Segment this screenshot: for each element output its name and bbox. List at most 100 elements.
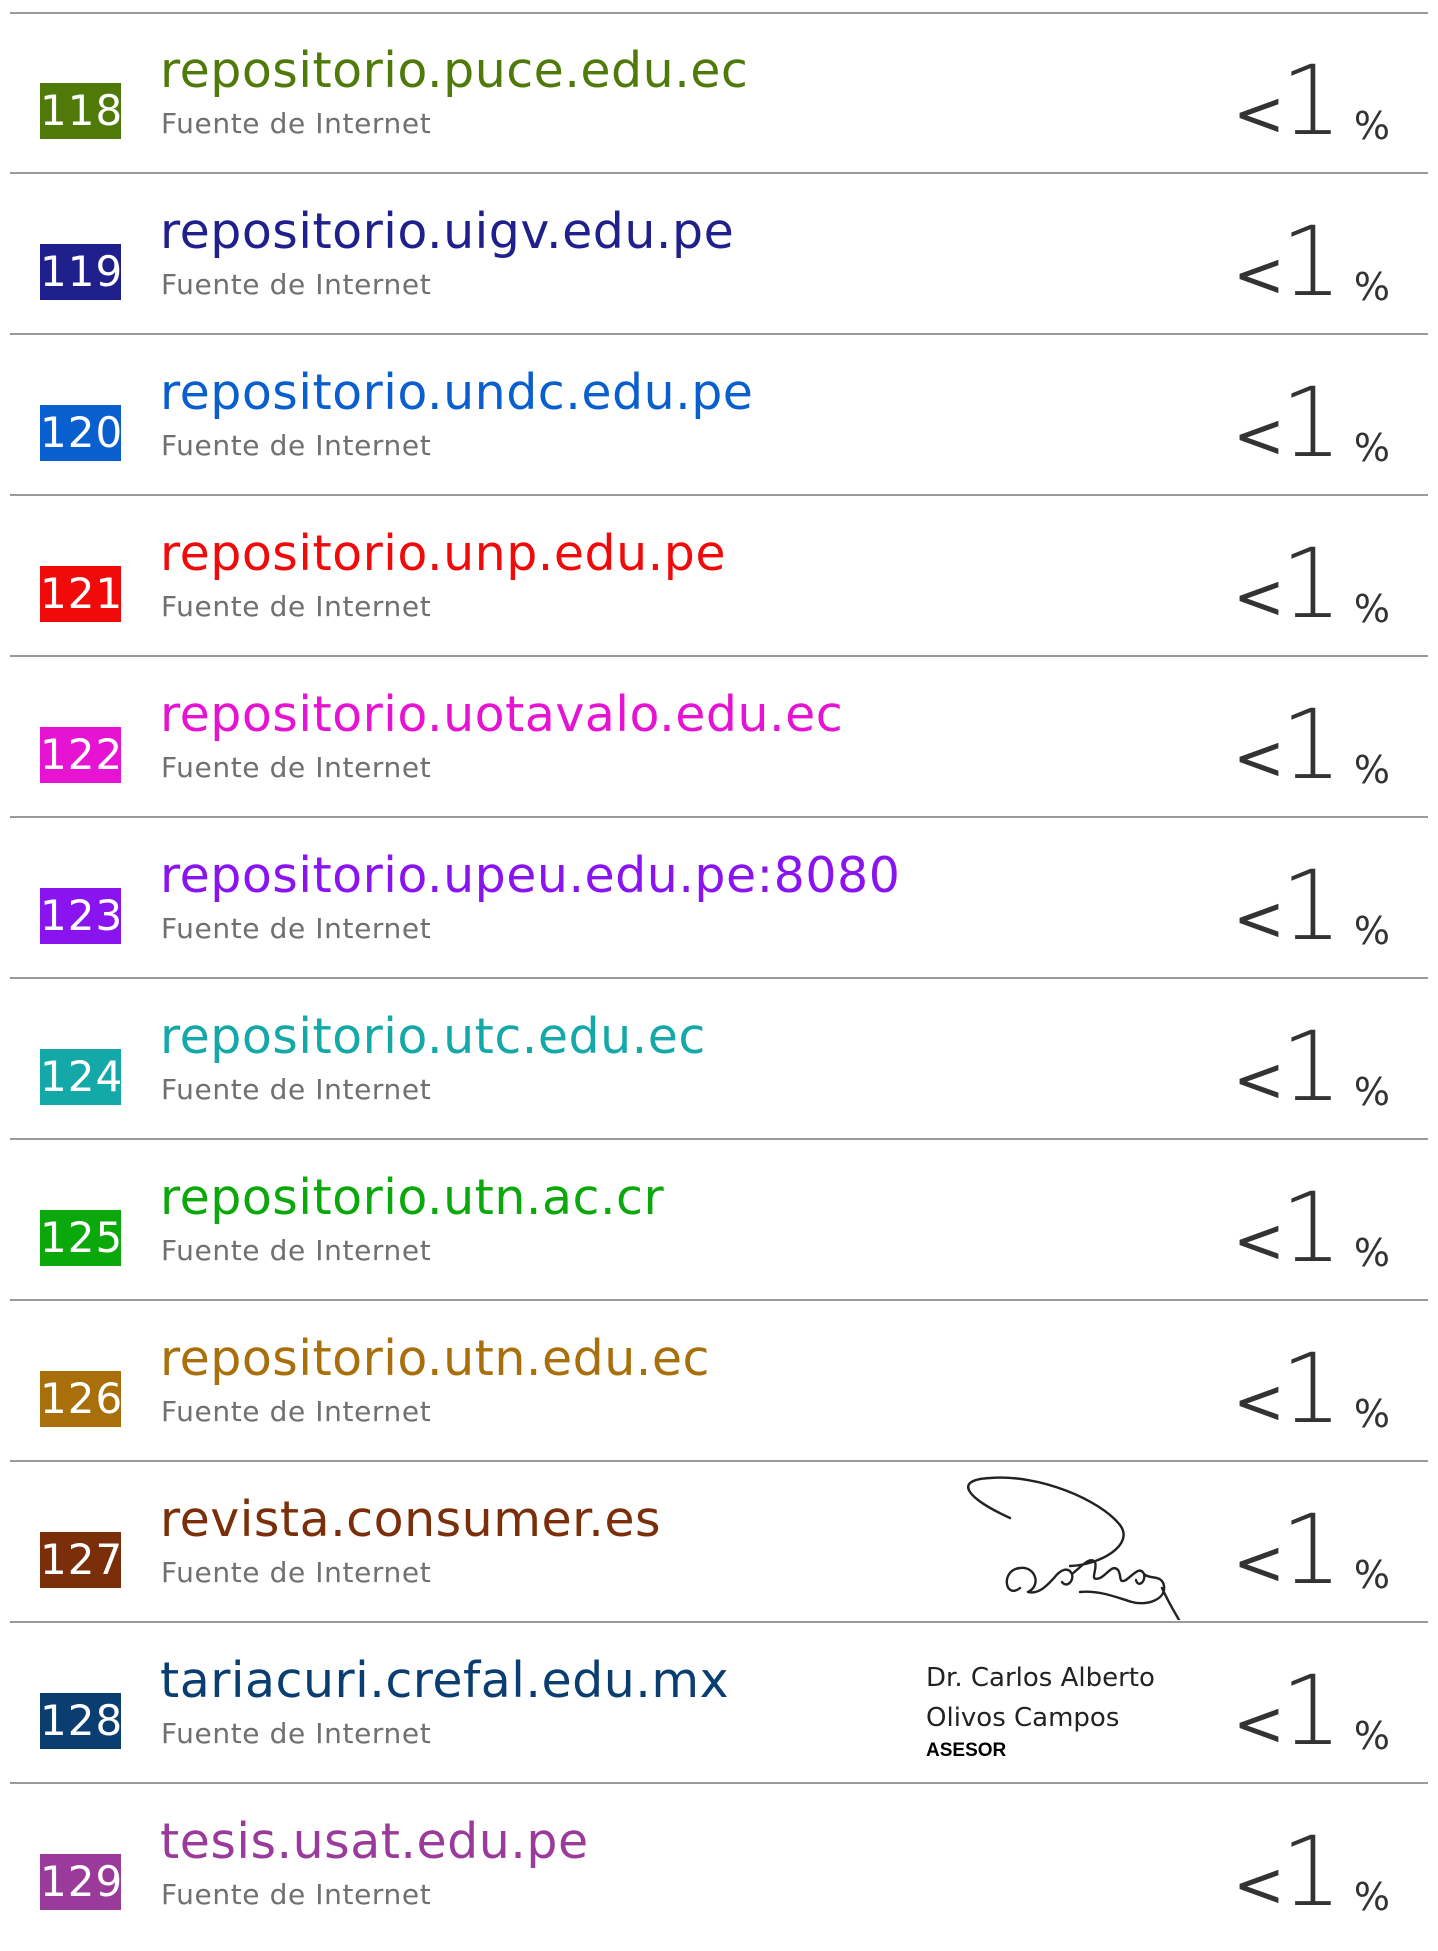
source-type-label: Fuente de Internet [161,429,432,462]
percent-number: 1 [1280,1011,1342,1123]
source-number-badge: 122 [40,727,122,783]
percent-number: 1 [1280,206,1342,318]
source-type-label: Fuente de Internet [161,107,432,140]
source-row: 122 repositorio.uotavalo.edu.ec Fuente de … [0,657,1438,818]
percent-number: 1 [1280,45,1342,157]
source-number-badge: 127 [40,1532,122,1588]
similarity-percent-value: <1% [1190,1321,1390,1441]
similarity-percent: <1% [1233,1623,1438,1784]
percent-sign: % [1353,426,1390,470]
source-row: 123 repositorio.upeu.edu.pe:8080 Fuente de… [0,818,1438,979]
similarity-percent: <1% [1233,979,1438,1140]
similarity-percent: <1% [1233,818,1438,979]
similarity-percent-value: <1% [1190,33,1390,153]
source-title: repositorio.puce.edu.ec [160,42,749,99]
source-row: 125 repositorio.utn.ac.cr Fuente de Intern… [0,1140,1438,1301]
percent-sign: % [1353,1392,1390,1436]
signature-icon [967,1476,1181,1620]
source-number-badge: 121 [40,566,122,622]
percent-sign: % [1353,1875,1390,1919]
source-type-label: Fuente de Internet [161,1234,432,1267]
percent-sign: % [1353,587,1390,631]
less-than-sign: < [1233,721,1285,794]
source-title: repositorio.unp.edu.pe [160,525,727,582]
similarity-percent: <1% [1233,1140,1438,1301]
source-title: repositorio.uotavalo.edu.ec [160,686,844,743]
less-than-sign: < [1233,1204,1285,1277]
percent-sign: % [1353,909,1390,953]
source-number-badge: 119 [40,244,122,300]
source-row: 118 repositorio.puce.edu.ec Fuente de Inte… [0,13,1438,174]
advisor-block: Dr. Carlos Alberto Olivos Campos ASESOR [926,1658,1226,1764]
percent-number: 1 [1280,1816,1342,1928]
less-than-sign: < [1233,77,1285,150]
source-row: 129 tesis.usat.edu.pe Fuente de Internet <1… [0,1784,1438,1945]
similarity-percent-value: <1% [1190,355,1390,475]
source-title: repositorio.utn.edu.ec [160,1330,710,1387]
similarity-percent-value: <1% [1190,194,1390,314]
similarity-percent: <1% [1233,1462,1438,1623]
source-number-badge: 120 [40,405,122,461]
percent-number: 1 [1280,1494,1342,1606]
source-title: repositorio.uigv.edu.pe [160,203,735,260]
source-row: 124 repositorio.utc.edu.ec Fuente de Inter… [0,979,1438,1140]
source-number-badge: 125 [40,1210,122,1266]
advisor-name-line-1: Dr. Carlos Alberto [926,1663,1155,1693]
source-row: 127 revista.consumer.es Fuente de Internet… [0,1462,1438,1623]
similarity-percent-value: <1% [1190,1482,1390,1602]
similarity-percent-value: <1% [1190,1804,1390,1924]
source-title: tariacuri.crefal.edu.mx [160,1652,730,1709]
source-number-badge: 129 [40,1854,122,1910]
source-title: repositorio.utn.ac.cr [160,1169,665,1226]
source-type-label: Fuente de Internet [161,751,432,784]
similarity-percent-value: <1% [1190,999,1390,1119]
less-than-sign: < [1233,1848,1285,1921]
source-title: repositorio.undc.edu.pe [160,364,754,421]
source-row: 126 repositorio.utn.edu.ec Fuente de Inter… [0,1301,1438,1462]
percent-number: 1 [1280,689,1342,801]
source-type-label: Fuente de Internet [161,1878,432,1911]
percent-sign: % [1353,1231,1390,1275]
less-than-sign: < [1233,238,1285,311]
source-number-badge: 128 [40,1693,122,1749]
source-number-badge: 124 [40,1049,122,1105]
source-row: 120 repositorio.undc.edu.pe Fuente de Inte… [0,335,1438,496]
source-type-label: Fuente de Internet [161,912,432,945]
less-than-sign: < [1233,1526,1285,1599]
percent-number: 1 [1280,1172,1342,1284]
source-type-label: Fuente de Internet [161,1073,432,1106]
similarity-percent: <1% [1233,13,1438,174]
less-than-sign: < [1233,882,1285,955]
source-title: repositorio.upeu.edu.pe:8080 [160,847,901,904]
similarity-percent-value: <1% [1190,516,1390,636]
similarity-percent-value: <1% [1190,838,1390,958]
percent-number: 1 [1280,367,1342,479]
percent-sign: % [1353,1070,1390,1114]
source-row: 119 repositorio.uigv.edu.pe Fuente de Inte… [0,174,1438,335]
less-than-sign: < [1233,1365,1285,1438]
percent-sign: % [1353,104,1390,148]
less-than-sign: < [1233,399,1285,472]
source-number-badge: 118 [40,83,122,139]
less-than-sign: < [1233,1043,1285,1116]
similarity-percent: <1% [1233,174,1438,335]
advisor-name-line-2: Olivos Campos [926,1703,1120,1733]
percent-sign: % [1353,748,1390,792]
similarity-percent: <1% [1233,335,1438,496]
percent-sign: % [1353,1714,1390,1758]
percent-number: 1 [1280,1333,1342,1445]
percent-number: 1 [1280,528,1342,640]
source-title: tesis.usat.edu.pe [160,1813,589,1870]
less-than-sign: < [1233,1687,1285,1760]
source-title: repositorio.utc.edu.ec [160,1008,706,1065]
source-type-label: Fuente de Internet [161,590,432,623]
similarity-percent: <1% [1233,496,1438,657]
source-type-label: Fuente de Internet [161,1717,432,1750]
percent-number: 1 [1280,1655,1342,1767]
similarity-percent: <1% [1233,1784,1438,1945]
source-type-label: Fuente de Internet [161,1395,432,1428]
similarity-percent: <1% [1233,657,1438,818]
source-type-label: Fuente de Internet [161,268,432,301]
source-number-badge: 123 [40,888,122,944]
percent-sign: % [1353,1553,1390,1597]
